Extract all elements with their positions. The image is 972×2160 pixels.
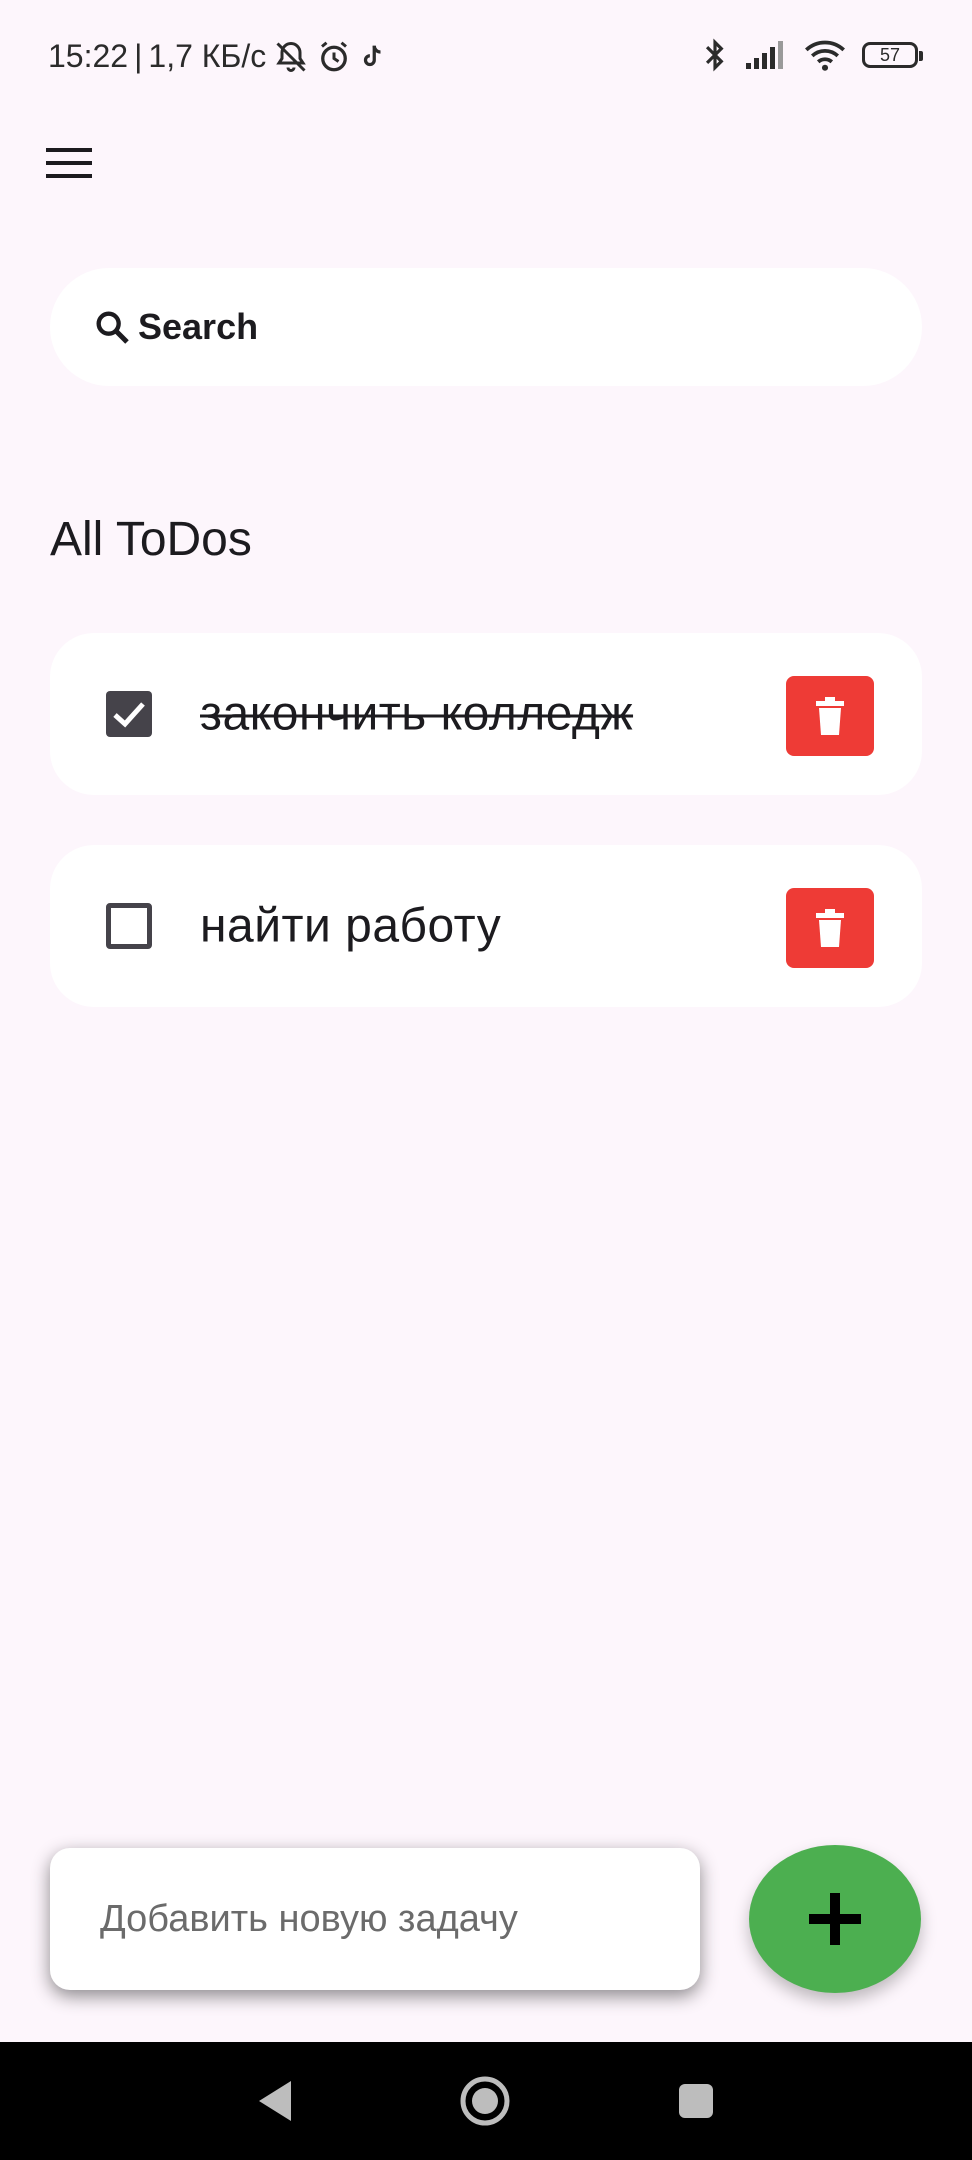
status-bar: 15:22 | 1,7 КБ/с 57 [0, 0, 972, 120]
add-todo-input[interactable]: Добавить новую задачу [50, 1848, 700, 1990]
todo-item[interactable]: закончить колледж [50, 633, 922, 795]
todo-checkbox-unchecked[interactable] [106, 903, 152, 949]
todo-checkbox-checked[interactable] [106, 691, 152, 737]
nav-home-button[interactable] [435, 2042, 535, 2160]
add-todo-button[interactable] [749, 1845, 921, 1993]
delete-button[interactable] [786, 888, 874, 968]
todo-text: закончить колледж [200, 687, 634, 741]
status-left: 15:22 | 1,7 КБ/с [48, 38, 388, 75]
alarm-icon [316, 39, 352, 75]
status-separator: | [134, 38, 143, 74]
status-time: 15:22 [48, 38, 129, 74]
signal-icon [744, 39, 788, 71]
menu-button[interactable] [40, 138, 100, 188]
home-icon [460, 2076, 510, 2126]
add-todo-placeholder: Добавить новую задачу [100, 1897, 518, 1940]
bluetooth-icon [702, 36, 728, 74]
trash-icon [816, 909, 844, 947]
battery-icon: 57 [862, 42, 923, 68]
back-icon [259, 2081, 291, 2121]
search-icon [90, 305, 134, 349]
recent-apps-icon [679, 2084, 713, 2118]
navigation-bar [0, 2042, 972, 2160]
nav-recent-button[interactable] [646, 2042, 746, 2160]
battery-level: 57 [879, 44, 901, 65]
todo-item[interactable]: найти работу [50, 845, 922, 1007]
menu-icon [46, 148, 92, 178]
tiktok-icon [358, 40, 388, 74]
check-icon [113, 702, 145, 728]
page-title: All ToDos [50, 513, 252, 566]
delete-button[interactable] [786, 676, 874, 756]
nav-back-button[interactable] [225, 2042, 325, 2160]
search-placeholder: Search [138, 306, 259, 347]
status-right: 57 [702, 36, 923, 74]
wifi-icon [804, 38, 846, 72]
trash-icon [816, 697, 844, 735]
todo-text: найти работу [200, 899, 502, 953]
search-input[interactable]: Search [50, 268, 922, 386]
mute-icon [272, 39, 310, 75]
network-speed: 1,7 КБ/с [148, 38, 267, 74]
plus-icon [809, 1893, 861, 1945]
